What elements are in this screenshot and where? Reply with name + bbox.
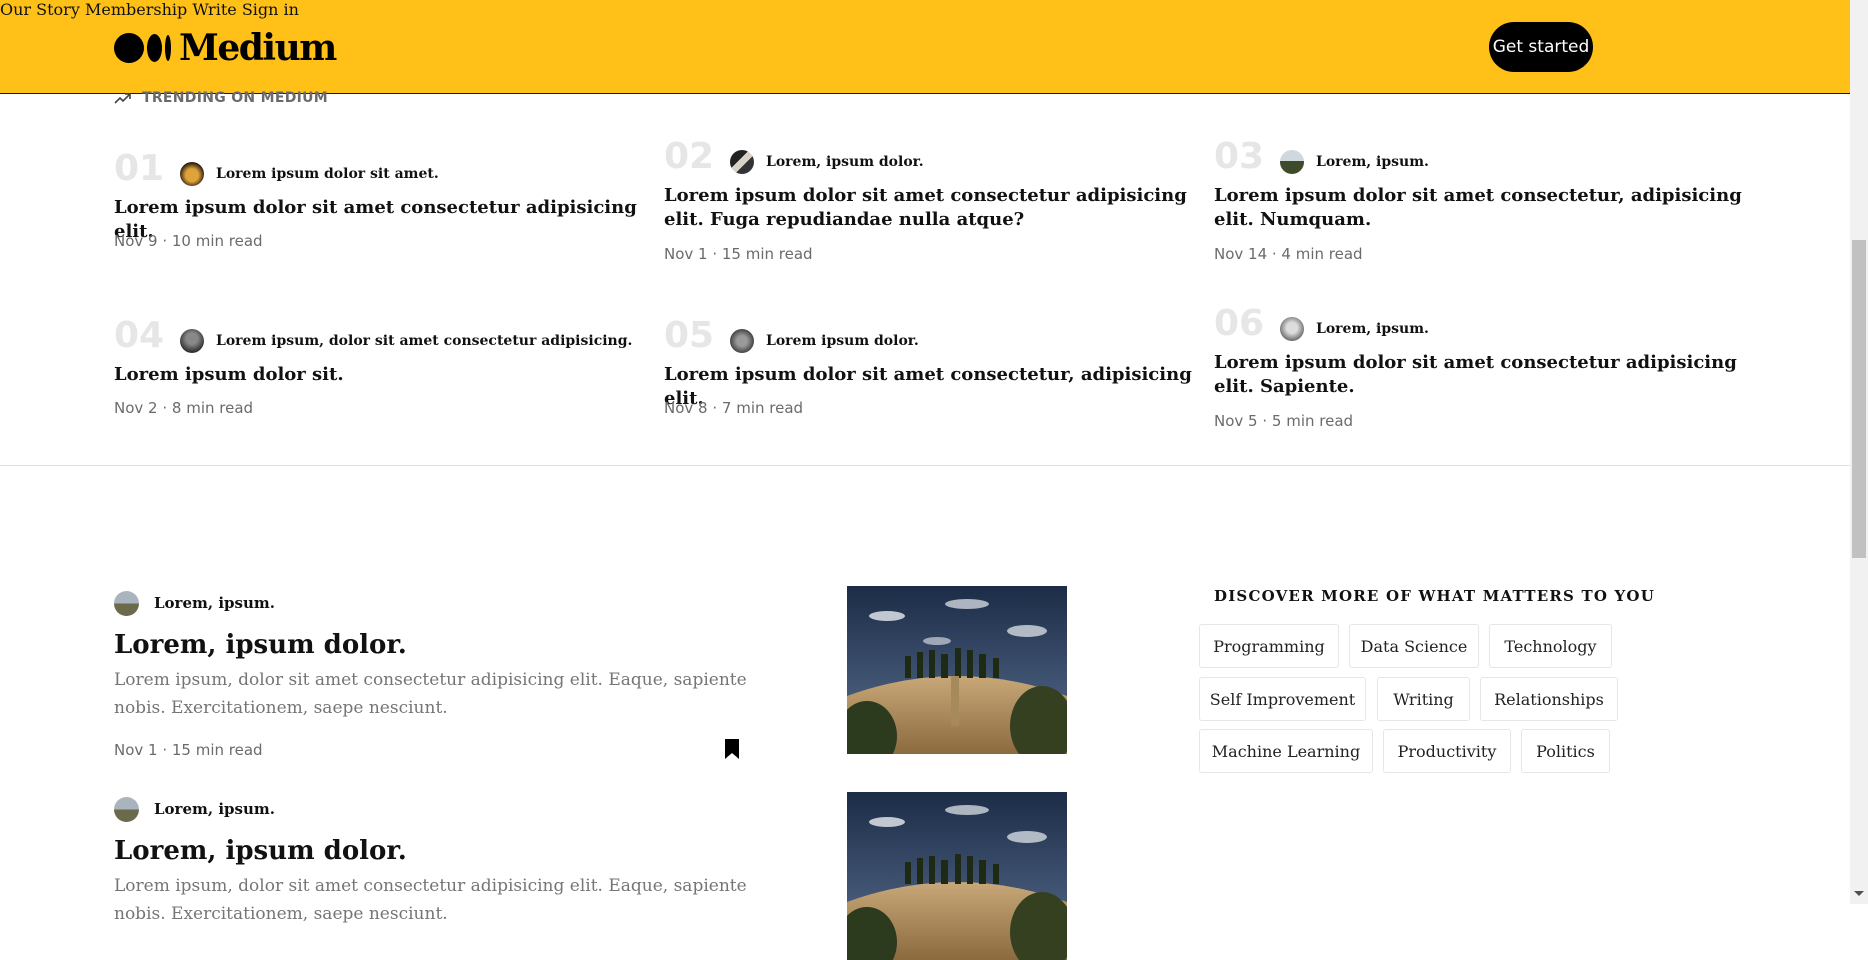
topic-chip[interactable]: Productivity [1383,729,1511,773]
trend-meta: Nov 8 · 7 min read [664,399,804,417]
avatar [730,329,754,353]
nav-write[interactable]: Write [192,0,236,19]
bookmark-icon[interactable] [724,738,740,760]
logo-text: Medium [179,27,337,69]
trend-meta: Nov 9 · 10 min read [114,232,263,250]
trend-rank: 02 [664,136,715,177]
trend-title[interactable]: Lorem ipsum dolor sit. [114,363,644,387]
topic-chip[interactable]: Data Science [1349,624,1479,668]
get-started-button[interactable]: Get started [1489,22,1593,72]
trend-title[interactable]: Lorem ipsum dolor sit amet consectetur a… [664,184,1194,232]
trend-meta: Nov 2 · 8 min read [114,399,254,417]
medium-logo-icon [114,33,171,63]
topic-chip[interactable]: Programming [1199,624,1339,668]
feed-post[interactable]: Lorem, ipsum. Lorem, ipsum dolor. Lorem … [114,796,754,928]
post-title[interactable]: Lorem, ipsum dolor. [114,628,754,662]
trend-author[interactable]: Lorem ipsum dolor sit amet. [180,162,439,186]
trend-author[interactable]: Lorem, ipsum. [1280,317,1429,341]
trend-title[interactable]: Lorem ipsum dolor sit amet consectetur a… [1214,351,1744,399]
nav-our-story[interactable]: Our Story [0,0,80,19]
post-author[interactable]: Lorem, ipsum. [114,590,754,616]
post-author[interactable]: Lorem, ipsum. [114,796,754,822]
post-title[interactable]: Lorem, ipsum dolor. [114,834,754,868]
post-excerpt[interactable]: Lorem ipsum, dolor sit amet consectetur … [114,872,754,928]
post-thumbnail[interactable] [847,792,1067,960]
page-scrollbar[interactable] [1850,0,1868,904]
trend-meta: Nov 1 · 15 min read [664,245,813,263]
avatar [1280,317,1304,341]
trending-heading: TRENDING ON MEDIUM [114,90,328,106]
trend-rank: 06 [1214,303,1265,344]
avatar [730,150,754,174]
post-thumbnail[interactable] [847,586,1067,754]
trend-title[interactable]: Lorem ipsum dolor sit amet consectetur, … [1214,184,1744,232]
avatar [1280,150,1304,174]
scrollbar-thumb[interactable] [1852,240,1866,558]
trend-rank: 05 [664,315,715,356]
trending-heading-label: TRENDING ON MEDIUM [142,90,329,106]
topic-chip[interactable]: Relationships [1480,677,1618,721]
top-navbar: Medium Our Story Membership Write Sign i… [0,0,1850,94]
trend-author[interactable]: Lorem ipsum, dolor sit amet consectetur … [180,329,632,353]
post-meta: Nov 1 · 15 min read [114,741,263,759]
topic-chip[interactable]: Technology [1489,624,1612,668]
trend-rank: 03 [1214,136,1265,177]
avatar [180,162,204,186]
medium-logo[interactable]: Medium [114,26,337,70]
scroll-down-arrow-icon[interactable] [1854,891,1864,896]
nav-membership[interactable]: Membership [85,0,187,19]
avatar [114,590,139,616]
discover-heading: DISCOVER MORE OF WHAT MATTERS TO YOU [1214,587,1655,605]
avatar [114,796,139,822]
trend-author[interactable]: Lorem ipsum dolor. [730,329,919,353]
trending-up-icon [114,93,131,104]
post-excerpt[interactable]: Lorem ipsum, dolor sit amet consectetur … [114,666,754,722]
trend-rank: 04 [114,315,165,356]
trend-meta: Nov 14 · 4 min read [1214,245,1363,263]
avatar [180,329,204,353]
topic-chip[interactable]: Self Improvement [1199,677,1366,721]
trend-author[interactable]: Lorem, ipsum. [1280,150,1429,174]
trend-meta: Nov 5 · 5 min read [1214,412,1354,430]
topic-chip[interactable]: Politics [1521,729,1610,773]
trend-rank: 01 [114,148,165,189]
topic-chip[interactable]: Writing [1377,677,1470,721]
nav-sign-in[interactable]: Sign in [242,0,299,19]
section-divider [0,465,1850,466]
topic-chip[interactable]: Machine Learning [1199,729,1373,773]
trend-author[interactable]: Lorem, ipsum dolor. [730,150,924,174]
feed-post[interactable]: Lorem, ipsum. Lorem, ipsum dolor. Lorem … [114,590,754,759]
